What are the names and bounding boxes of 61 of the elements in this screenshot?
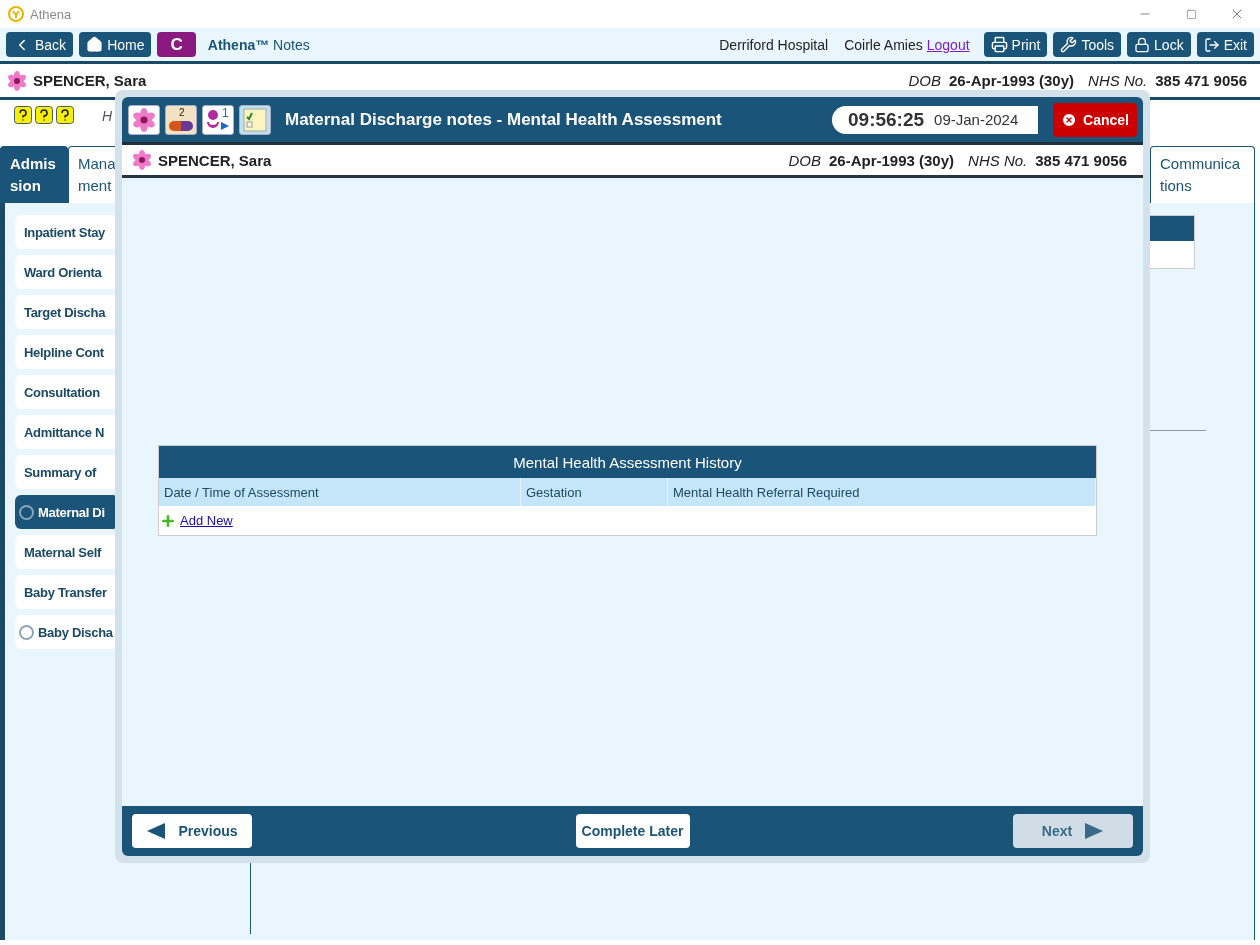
- cancel-button[interactable]: Cancel: [1053, 102, 1137, 137]
- column-header: Date / Time of Assessment: [159, 478, 521, 506]
- printer-icon: [990, 36, 1008, 53]
- notes-badge[interactable]: [239, 104, 271, 135]
- app-name: Athena™ Notes: [207, 36, 310, 53]
- tools-button[interactable]: Tools: [1053, 32, 1122, 57]
- alert-text: H: [102, 108, 113, 124]
- add-new-link[interactable]: Add New: [180, 513, 233, 528]
- window-title: Athena: [30, 6, 72, 22]
- medication-badge[interactable]: 2: [165, 104, 197, 135]
- radio-icon: [19, 624, 34, 640]
- logout-link[interactable]: Logout: [926, 36, 970, 53]
- app-button[interactable]: C: [157, 32, 196, 57]
- radio-icon: [19, 504, 34, 520]
- tab[interactable]: Communica tions: [1150, 146, 1255, 203]
- lock-icon: [1134, 36, 1151, 53]
- maximize-icon: [1185, 8, 1197, 20]
- nhs-value: 385 471 9056: [1035, 151, 1127, 169]
- home-icon: [86, 36, 104, 53]
- complete-later-button[interactable]: Complete Later: [575, 814, 690, 848]
- home-button[interactable]: Home: [79, 32, 152, 57]
- tab[interactable]: Admis sion: [0, 146, 68, 203]
- alert-icon[interactable]: [14, 106, 32, 124]
- dob-label: DOB: [788, 151, 821, 169]
- nhs-label: NHS No.: [1088, 72, 1148, 89]
- flower-icon: [132, 107, 156, 132]
- exit-icon: [1203, 36, 1220, 53]
- hospital-name: Derriford Hospital: [719, 36, 829, 53]
- nhs-value: 385 471 9056: [1155, 72, 1247, 89]
- left-triangle-icon: [146, 822, 167, 840]
- dialog-title: Maternal Discharge notes - Mental Health Assessment: [285, 109, 722, 130]
- table-title: Mental Health Assessment History: [159, 446, 1096, 478]
- column-header: Gestation: [521, 478, 668, 506]
- baby-badge[interactable]: 1: [202, 104, 234, 135]
- lock-button[interactable]: Lock: [1127, 32, 1191, 57]
- alert-icon[interactable]: [35, 106, 53, 124]
- exit-button[interactable]: Exit: [1196, 32, 1254, 57]
- app-logo-icon: [8, 6, 24, 22]
- alert-icon[interactable]: [56, 106, 74, 124]
- dob-value: 26-Apr-1993 (30y): [829, 151, 955, 169]
- patient-name: SPENCER, Sara: [33, 72, 147, 89]
- plus-icon: [160, 512, 176, 529]
- clock-date: 09-Jan-2024: [934, 111, 1019, 128]
- baby-icon: [205, 107, 231, 132]
- previous-button[interactable]: Previous: [132, 814, 252, 848]
- column-header: Mental Health Referral Required: [668, 478, 1096, 506]
- right-triangle-icon: [1084, 822, 1105, 840]
- flower-badge[interactable]: [128, 104, 160, 135]
- capsule-icon: [169, 120, 193, 131]
- clock-time: 09:56:25: [848, 108, 925, 131]
- print-button[interactable]: Print: [983, 32, 1048, 57]
- flower-icon: [132, 150, 152, 170]
- back-button[interactable]: Back: [6, 32, 74, 57]
- dob-value: 26-Apr-1993 (30y): [949, 72, 1075, 89]
- dob-label: DOB: [908, 72, 941, 89]
- checklist-icon: [243, 107, 267, 132]
- nhs-label: NHS No.: [968, 151, 1028, 169]
- patient-name: SPENCER, Sara: [158, 151, 272, 169]
- wrench-icon: [1060, 36, 1078, 53]
- flower-icon: [7, 70, 27, 91]
- user-name: Coirle Amies: [844, 36, 923, 53]
